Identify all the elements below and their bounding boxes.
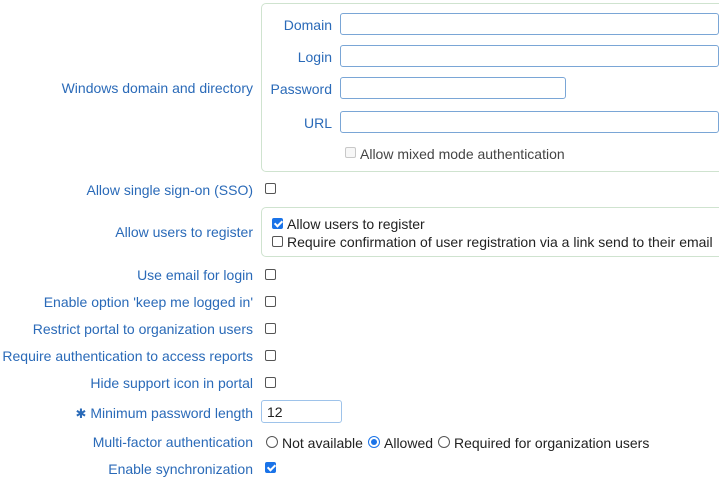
min-password-label: Minimum password length	[90, 405, 253, 421]
mixed-mode-label: Allow mixed mode authentication	[360, 146, 565, 162]
url-label: URL	[303, 115, 332, 131]
hide-support-icon-label: Hide support icon in portal	[90, 375, 253, 391]
mfa-radio-allowed[interactable]	[368, 436, 380, 448]
mfa-option-required: Required for organization users	[454, 435, 650, 451]
windows-domain-label: Windows domain and directory	[61, 80, 253, 96]
min-password-input[interactable]	[261, 400, 342, 423]
mixed-mode-checkbox[interactable]	[345, 147, 356, 158]
url-input[interactable]	[340, 111, 719, 133]
mfa-label: Multi-factor authentication	[92, 434, 253, 450]
hide-support-icon-checkbox[interactable]	[265, 377, 276, 388]
restrict-portal-label: Restrict portal to organization users	[32, 321, 253, 337]
sync-checkbox[interactable]	[265, 462, 276, 473]
email-login-label: Use email for login	[137, 267, 253, 283]
login-input[interactable]	[340, 45, 719, 67]
password-label: Password	[270, 81, 332, 97]
mfa-option-allowed: Allowed	[384, 435, 434, 451]
required-asterisk-icon: ✱	[75, 406, 87, 421]
email-login-checkbox[interactable]	[265, 269, 276, 280]
mfa-radio-required[interactable]	[438, 436, 450, 448]
confirm-registration-checkbox[interactable]	[272, 236, 283, 247]
sync-label: Enable synchronization	[108, 461, 253, 477]
mfa-radio-not-available[interactable]	[266, 436, 278, 448]
login-label: Login	[297, 49, 332, 65]
sso-label: Allow single sign-on (SSO)	[86, 182, 253, 198]
restrict-portal-checkbox[interactable]	[265, 323, 276, 334]
require-auth-reports-label: Require authentication to access reports	[2, 348, 253, 364]
keep-logged-in-label: Enable option 'keep me logged in'	[43, 294, 253, 310]
min-password-label-row: ✱ Minimum password length	[75, 404, 253, 423]
allow-register-checkbox[interactable]	[272, 218, 283, 229]
keep-logged-in-checkbox[interactable]	[265, 296, 276, 307]
require-auth-reports-checkbox[interactable]	[265, 350, 276, 361]
confirm-registration-text: Require confirmation of user registratio…	[287, 234, 713, 250]
allow-register-text: Allow users to register	[287, 216, 425, 232]
mfa-option-not-available: Not available	[282, 435, 363, 451]
register-label: Allow users to register	[115, 224, 253, 240]
domain-input[interactable]	[340, 13, 719, 35]
domain-label: Domain	[283, 17, 332, 33]
password-input[interactable]	[340, 77, 566, 99]
sso-checkbox[interactable]	[265, 183, 276, 194]
